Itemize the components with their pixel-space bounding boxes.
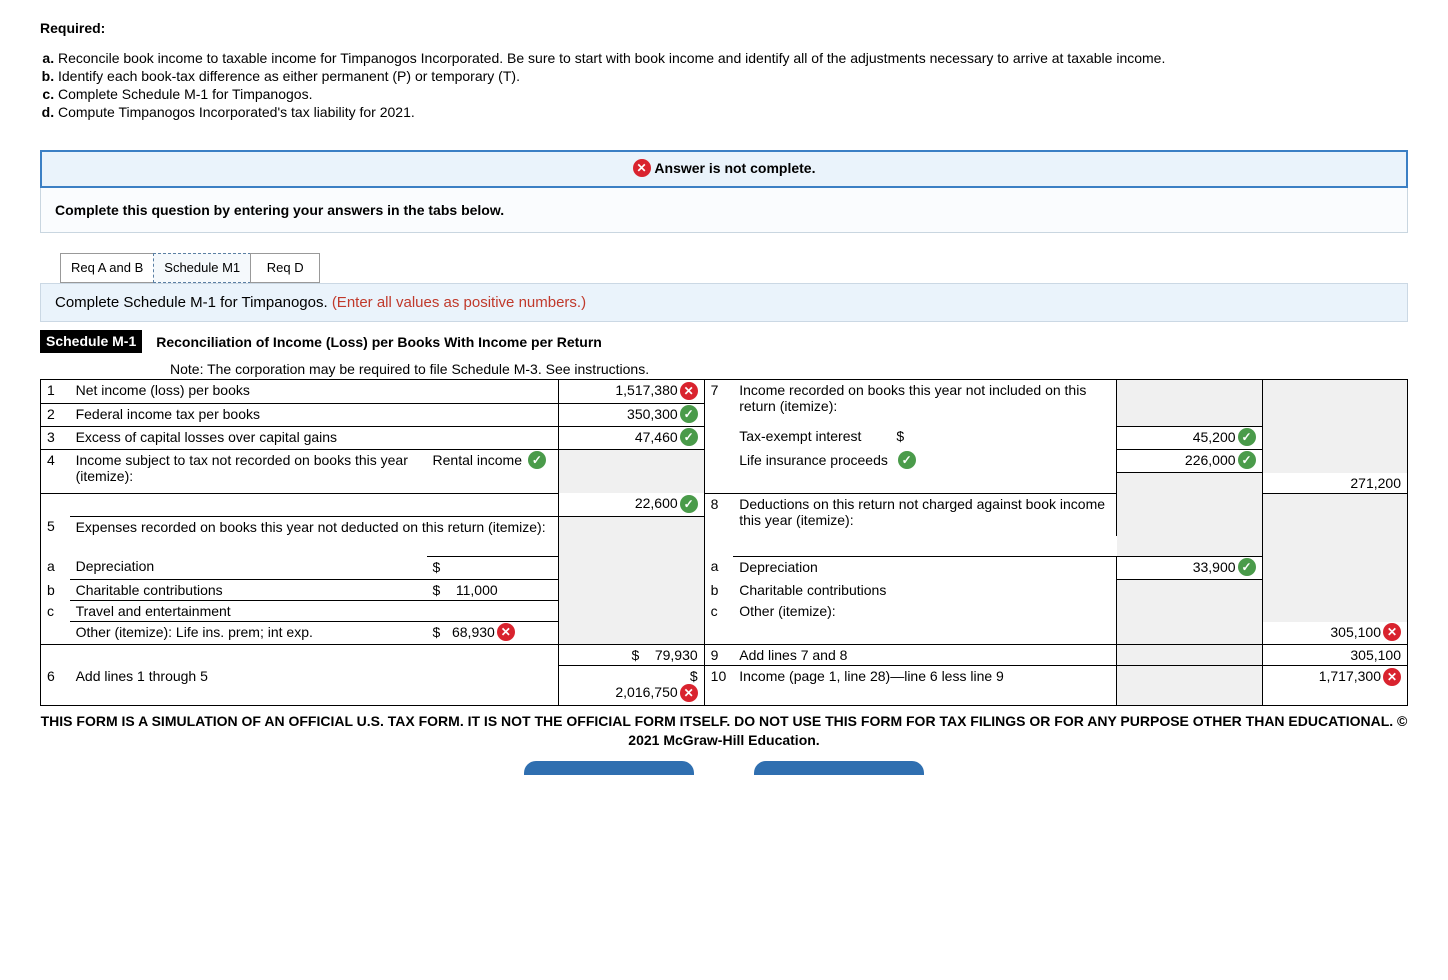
value-l9: 305,100: [1262, 645, 1407, 666]
label-l1: Net income (loss) per books: [70, 380, 559, 403]
value-l1[interactable]: 1,517,380✕: [559, 380, 704, 403]
check-icon: ✓: [680, 495, 698, 513]
value-l7b[interactable]: 226,000✓: [1117, 450, 1262, 473]
check-icon: ✓: [1238, 558, 1256, 576]
label-l5c: Travel and entertainment: [70, 601, 427, 622]
label-l3: Excess of capital losses over capital ga…: [70, 426, 559, 449]
x-icon: ✕: [1383, 668, 1401, 686]
label-l2: Federal income tax per books: [70, 403, 559, 426]
tab-req-d[interactable]: Req D: [250, 253, 320, 283]
label-l4-sub[interactable]: Rental income ✓: [427, 450, 559, 494]
req-item: Identify each book-tax difference as eit…: [58, 68, 1408, 84]
bottom-nav: [40, 761, 1408, 775]
label-l4: Income subject to tax not recorded on bo…: [70, 450, 427, 494]
tab-schedule-m1[interactable]: Schedule M1: [153, 253, 251, 283]
label-l5a: Depreciation: [70, 556, 427, 579]
value-l8a[interactable]: 33,900✓: [1117, 556, 1262, 579]
check-icon: ✓: [1238, 428, 1256, 446]
x-icon: ✕: [680, 382, 698, 400]
value-l7a[interactable]: 45,200✓: [1117, 426, 1262, 449]
label-l9: Add lines 7 and 8: [733, 645, 1116, 666]
value-l7total: 271,200: [1262, 473, 1407, 494]
value-l5total: $ 79,930: [559, 645, 704, 666]
label-l8b: Charitable contributions: [733, 580, 1116, 601]
instruction-text: Complete Schedule M-1 for Timpanogos.: [55, 294, 332, 311]
check-icon: ✓: [680, 428, 698, 446]
requirements-list: Reconcile book income to taxable income …: [40, 50, 1408, 120]
schedule-m1-badge: Schedule M-1: [40, 330, 142, 353]
check-icon: ✓: [680, 405, 698, 423]
sub-alert: Complete this question by entering your …: [40, 188, 1408, 233]
value-l10[interactable]: 1,717,300✕: [1262, 666, 1407, 705]
value-l5other[interactable]: $ 68,930✕: [427, 622, 559, 645]
value-l5b[interactable]: $ 11,000: [427, 580, 559, 601]
value-l4sub[interactable]: 22,600✓: [559, 493, 704, 516]
label-l5other[interactable]: Other (itemize): Life ins. prem; int exp…: [70, 622, 427, 645]
instruction-bar: Complete Schedule M-1 for Timpanogos. (E…: [40, 283, 1408, 322]
check-icon: ✓: [528, 451, 546, 469]
label-l7: Income recorded on books this year not i…: [733, 380, 1116, 427]
req-item: Compute Timpanogos Incorporated's tax li…: [58, 104, 1408, 120]
value-l6[interactable]: $2,016,750✕: [559, 666, 704, 705]
next-button[interactable]: [754, 761, 924, 775]
req-item: Reconcile book income to taxable income …: [58, 50, 1408, 66]
label-l8a: Depreciation: [733, 556, 1116, 579]
prev-button[interactable]: [524, 761, 694, 775]
schedule-m1-title: Reconciliation of Income (Loss) per Book…: [156, 334, 602, 350]
x-icon: ✕: [497, 623, 515, 641]
label-l6: Add lines 1 through 5: [70, 666, 559, 705]
label-l7b[interactable]: Life insurance proceeds ✓: [733, 450, 1116, 473]
tab-req-a-b[interactable]: Req A and B: [60, 253, 154, 283]
instruction-hint: (Enter all values as positive numbers.): [332, 294, 586, 311]
label-l8: Deductions on this return not charged ag…: [733, 493, 1116, 536]
alert-banner: ✕ Answer is not complete.: [40, 150, 1408, 188]
disclaimer: THIS FORM IS A SIMULATION OF AN OFFICIAL…: [40, 712, 1408, 751]
req-item: Complete Schedule M-1 for Timpanogos.: [58, 86, 1408, 102]
x-icon: ✕: [680, 684, 698, 702]
label-l8c: Other (itemize):: [733, 601, 1116, 622]
value-l5a[interactable]: $: [427, 556, 559, 579]
tab-strip: Req A and B Schedule M1 Req D: [60, 253, 1408, 283]
alert-text: Answer is not complete.: [654, 160, 815, 176]
check-icon: ✓: [898, 451, 916, 469]
required-heading: Required:: [40, 20, 1408, 36]
label-l7a: Tax-exempt interest $: [733, 426, 1116, 449]
label-l5: Expenses recorded on books this year not…: [70, 516, 559, 556]
value-l3[interactable]: 47,460✓: [559, 426, 704, 449]
x-icon: ✕: [633, 159, 651, 177]
label-l5b: Charitable contributions: [70, 580, 427, 601]
schedule-m1-note: Note: The corporation may be required to…: [170, 361, 1408, 377]
check-icon: ✓: [1238, 451, 1256, 469]
label-l10: Income (page 1, line 28)—line 6 less lin…: [733, 666, 1116, 705]
value-l2[interactable]: 350,300✓: [559, 403, 704, 426]
value-l8total[interactable]: 305,100✕: [1262, 622, 1407, 645]
x-icon: ✕: [1383, 623, 1401, 641]
schedule-m1-table: 1 Net income (loss) per books 1,517,380✕…: [40, 379, 1408, 705]
